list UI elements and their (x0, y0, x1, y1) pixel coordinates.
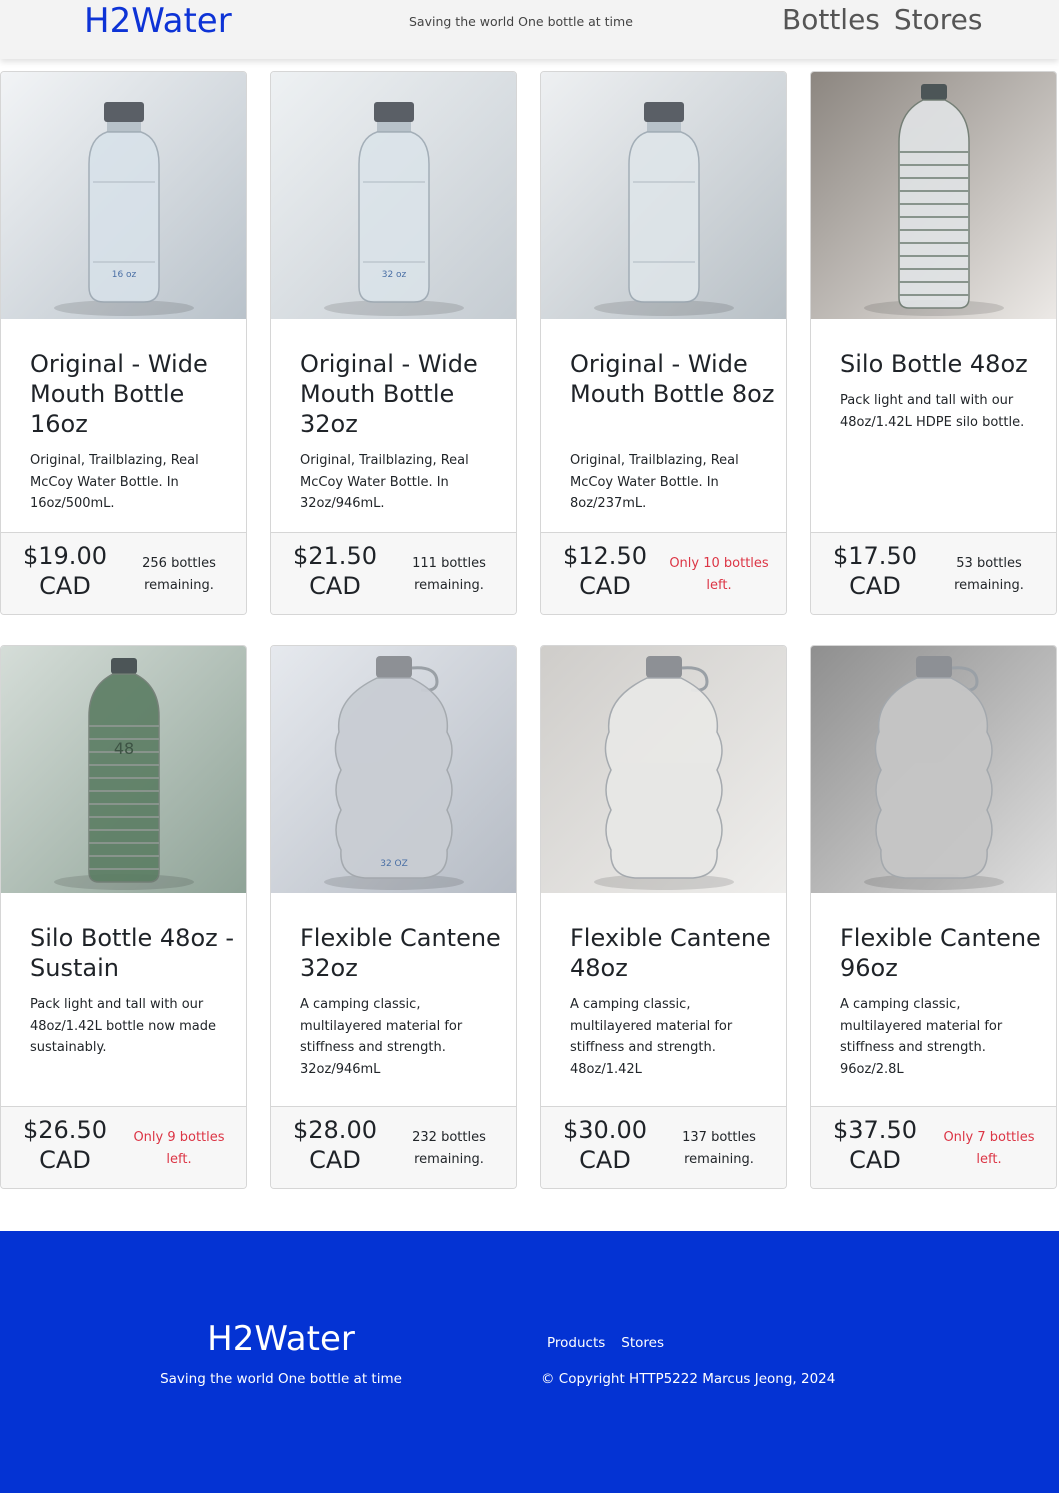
product-title[interactable]: Original - Wide Mouth Bottle 8oz (570, 349, 775, 409)
footer-nav: Products Stores (547, 1334, 664, 1352)
product-price: $26.50 CAD (23, 1116, 107, 1174)
nav-link-stores[interactable]: Stores (894, 3, 983, 37)
product-card[interactable]: Original - Wide Mouth Bottle 8oz Origina… (540, 71, 787, 615)
bottle-cap (916, 656, 952, 678)
product-price: $28.00 CAD (293, 1116, 377, 1174)
product-title[interactable]: Flexible Cantene 48oz (570, 923, 775, 983)
footer-link-stores[interactable]: Stores (621, 1334, 664, 1352)
product-card[interactable]: Flexible Cantene 48oz A camping classic,… (540, 645, 787, 1189)
product-image[interactable] (541, 72, 786, 319)
product-title[interactable]: Original - Wide Mouth Bottle 16oz (30, 349, 235, 439)
stock-status: 111 bottles remaining. (412, 556, 486, 593)
bottle-body (628, 131, 700, 303)
product-card-footer: $37.50 CAD Only 7 bottles left. (811, 1106, 1056, 1188)
product-image[interactable]: 48 (1, 646, 246, 893)
stock-status: Only 7 bottles left. (943, 1130, 1035, 1167)
bottle-cap (644, 102, 684, 122)
product-card[interactable]: 48 Silo Bottle 48oz - Sustain Pack light… (0, 645, 247, 1189)
bottle-cap (104, 102, 144, 122)
stock-status: 53 bottles remaining. (954, 556, 1024, 593)
stock-status: Only 10 bottles left. (669, 556, 769, 593)
product-card-footer: $12.50 CAD Only 10 bottles left. (541, 532, 786, 614)
product-card[interactable]: 16 oz Original - Wide Mouth Bottle 16oz … (0, 71, 247, 615)
product-photo (811, 646, 1056, 893)
product-photo (541, 72, 786, 319)
bottle-volume-label: 16 oz (112, 270, 137, 280)
product-description: A camping classic, multilayered material… (570, 997, 733, 1077)
product-photo: 16 oz (1, 72, 246, 319)
brand-logo-link[interactable]: H2Water (84, 1, 232, 41)
product-price: $21.50 CAD (293, 542, 377, 600)
product-card-footer: $21.50 CAD 111 bottles remaining. (271, 532, 516, 614)
stock-status: 232 bottles remaining. (412, 1130, 486, 1167)
bottle-cap (374, 102, 414, 122)
footer-tagline: Saving the world One bottle at time (160, 1371, 402, 1387)
product-card-footer: $26.50 CAD Only 9 bottles left. (1, 1106, 246, 1188)
site-header: H2Water Saving the world One bottle at t… (0, 0, 1059, 59)
stock-status: Only 9 bottles left. (133, 1130, 225, 1167)
bottle-body (874, 677, 993, 879)
product-price: $17.50 CAD (833, 542, 917, 600)
product-title[interactable]: Silo Bottle 48oz (840, 349, 1045, 379)
product-price: $12.50 CAD (563, 542, 647, 600)
bottle-cap (646, 656, 682, 678)
main-nav: Bottles Stores (782, 3, 982, 37)
product-description: Original, Trailblazing, Real McCoy Water… (570, 453, 739, 511)
bottle-body (604, 677, 723, 879)
bottle-body (334, 677, 453, 879)
product-card-footer: $17.50 CAD 53 bottles remaining. (811, 532, 1056, 614)
product-card-footer: $28.00 CAD 232 bottles remaining. (271, 1106, 516, 1188)
product-title[interactable]: Original - Wide Mouth Bottle 32oz (300, 349, 505, 439)
product-card[interactable]: Silo Bottle 48oz Pack light and tall wit… (810, 71, 1057, 615)
footer-copyright: © Copyright HTTP5222 Marcus Jeong, 2024 (541, 1371, 836, 1387)
product-card-footer: $30.00 CAD 137 bottles remaining. (541, 1106, 786, 1188)
product-photo (541, 646, 786, 893)
product-description: Pack light and tall with our 48oz/1.42L … (840, 393, 1025, 430)
product-description: Original, Trailblazing, Real McCoy Water… (30, 453, 199, 511)
product-description: A camping classic, multilayered material… (840, 997, 1003, 1077)
product-photo: 48 (1, 646, 246, 893)
product-price: $30.00 CAD (563, 1116, 647, 1174)
footer-brand: H2Water (207, 1319, 355, 1359)
bottle-volume-label: 48 (114, 739, 134, 758)
product-card-footer: $19.00 CAD 256 bottles remaining. (1, 532, 246, 614)
nav-link-bottles[interactable]: Bottles (782, 3, 880, 37)
product-title[interactable]: Flexible Cantene 32oz (300, 923, 505, 983)
product-title[interactable]: Silo Bottle 48oz - Sustain (30, 923, 235, 983)
product-image[interactable]: 32 oz (271, 72, 516, 319)
stock-status: 256 bottles remaining. (142, 556, 216, 593)
bottle-cap (376, 656, 412, 678)
product-image[interactable]: 16 oz (1, 72, 246, 319)
header-tagline: Saving the world One bottle at time (409, 14, 633, 29)
product-photo (811, 72, 1056, 319)
bottle-cap (921, 84, 947, 100)
footer-link-products[interactable]: Products (547, 1334, 605, 1352)
product-card[interactable]: 32 oz Original - Wide Mouth Bottle 32oz … (270, 71, 517, 615)
stock-status: 137 bottles remaining. (682, 1130, 756, 1167)
product-photo: 32 OZ (271, 646, 516, 893)
bottle-volume-label: 32 OZ (380, 859, 408, 869)
product-description: A camping classic, multilayered material… (300, 997, 463, 1077)
product-price: $37.50 CAD (833, 1116, 917, 1174)
product-price: $19.00 CAD (23, 542, 107, 600)
product-description: Pack light and tall with our 48oz/1.42L … (30, 997, 216, 1055)
product-image[interactable]: 32 OZ (271, 646, 516, 893)
product-image[interactable] (811, 72, 1056, 319)
product-card[interactable]: 32 OZ Flexible Cantene 32oz A camping cl… (270, 645, 517, 1189)
product-card[interactable]: Flexible Cantene 96oz A camping classic,… (810, 645, 1057, 1189)
site-footer: H2Water Saving the world One bottle at t… (0, 1231, 1059, 1493)
product-image[interactable] (541, 646, 786, 893)
bottle-cap (111, 658, 137, 674)
bottle-volume-label: 32 oz (382, 270, 407, 280)
product-image[interactable] (811, 646, 1056, 893)
product-photo: 32 oz (271, 72, 516, 319)
product-description: Original, Trailblazing, Real McCoy Water… (300, 453, 469, 511)
product-title[interactable]: Flexible Cantene 96oz (840, 923, 1045, 983)
